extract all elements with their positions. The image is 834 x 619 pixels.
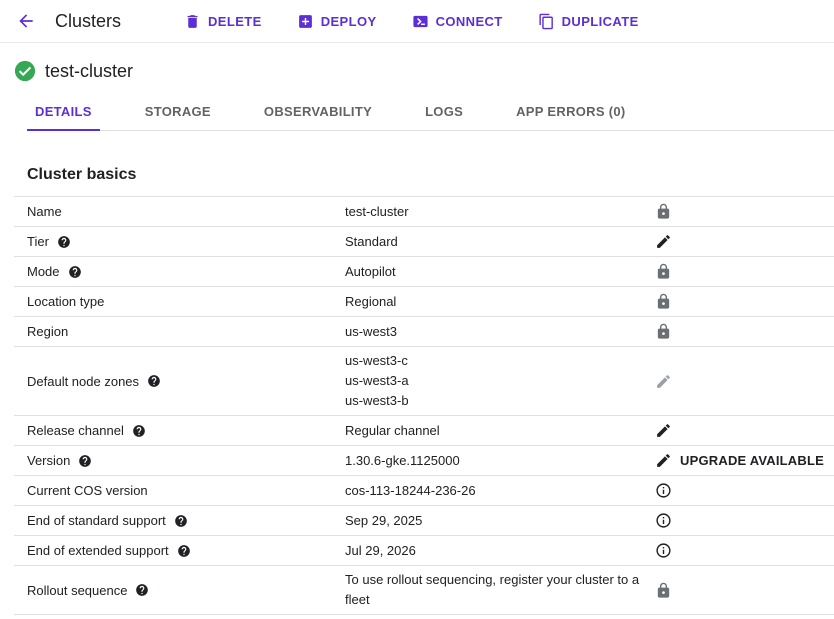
table-row-location-type: Location type Regional <box>14 286 834 316</box>
row-value: us-west3 <box>345 322 655 342</box>
row-label: End of standard support <box>27 513 166 528</box>
terminal-icon <box>412 13 429 30</box>
cluster-heading: test-cluster <box>14 60 834 82</box>
page-header: Clusters DELETE DEPLOY CONNECT DUPLICATE <box>0 0 834 43</box>
table-row-version: Version 1.30.6-gke.1125000 UPGRADE AVAIL… <box>14 445 834 475</box>
tab-details[interactable]: DETAILS <box>27 95 100 131</box>
row-value: Regular channel <box>345 421 655 441</box>
help-icon[interactable] <box>135 583 149 597</box>
tab-app-errors[interactable]: APP ERRORS (0) <box>508 95 633 131</box>
row-value: Standard <box>345 232 655 252</box>
info-icon[interactable] <box>655 512 672 529</box>
row-label: Name <box>27 204 62 219</box>
help-icon[interactable] <box>132 424 146 438</box>
help-icon[interactable] <box>68 265 82 279</box>
lock-icon <box>655 203 672 220</box>
lock-icon <box>655 263 672 280</box>
deploy-button[interactable]: DEPLOY <box>297 13 377 30</box>
table-row-current-cos-version: Current COS version cos-113-18244-236-26 <box>14 475 834 505</box>
help-icon[interactable] <box>57 235 71 249</box>
cluster-basics-table: Name test-cluster Tier Standard Mode Aut… <box>14 196 834 615</box>
cluster-name: test-cluster <box>45 61 133 82</box>
section-title-cluster-basics: Cluster basics <box>27 166 834 184</box>
row-label: Current COS version <box>27 483 148 498</box>
deploy-plus-icon <box>297 13 314 30</box>
row-label: Mode <box>27 264 60 279</box>
table-row-mode: Mode Autopilot <box>14 256 834 286</box>
copy-icon <box>538 13 555 30</box>
connect-button[interactable]: CONNECT <box>412 13 503 30</box>
duplicate-button[interactable]: DUPLICATE <box>538 13 639 30</box>
row-label: End of extended support <box>27 543 169 558</box>
row-label: Location type <box>27 294 104 309</box>
table-row-rollout-sequence: Rollout sequence To use rollout sequenci… <box>14 565 834 615</box>
page-title: Clusters <box>55 11 121 32</box>
row-label: Version <box>27 453 70 468</box>
table-row-end-standard-support: End of standard support Sep 29, 2025 <box>14 505 834 535</box>
row-value: Autopilot <box>345 262 655 282</box>
tab-bar: DETAILS STORAGE OBSERVABILITY LOGS APP E… <box>27 95 834 131</box>
lock-icon <box>655 582 672 599</box>
row-value: Jul 29, 2026 <box>345 541 655 561</box>
table-row-release-channel: Release channel Regular channel <box>14 415 834 445</box>
info-icon[interactable] <box>655 482 672 499</box>
row-label: Region <box>27 324 68 339</box>
table-row-name: Name test-cluster <box>14 196 834 226</box>
row-value: cos-113-18244-236-26 <box>345 481 655 501</box>
trash-icon <box>184 13 201 30</box>
upgrade-available-label[interactable]: UPGRADE AVAILABLE <box>680 453 824 468</box>
tab-storage[interactable]: STORAGE <box>137 95 219 131</box>
edit-pencil-icon[interactable] <box>655 452 672 469</box>
row-label: Rollout sequence <box>27 583 127 598</box>
tab-observability[interactable]: OBSERVABILITY <box>256 95 380 131</box>
row-value: test-cluster <box>345 202 655 222</box>
row-value: Sep 29, 2025 <box>345 511 655 531</box>
help-icon[interactable] <box>147 374 161 388</box>
delete-button[interactable]: DELETE <box>184 13 262 30</box>
row-value: 1.30.6-gke.1125000 <box>345 451 655 471</box>
edit-pencil-icon[interactable] <box>655 422 672 439</box>
lock-icon <box>655 293 672 310</box>
back-arrow-icon <box>16 11 36 31</box>
edit-pencil-icon[interactable] <box>655 233 672 250</box>
table-row-tier: Tier Standard <box>14 226 834 256</box>
help-icon[interactable] <box>174 514 188 528</box>
help-icon[interactable] <box>78 454 92 468</box>
lock-icon <box>655 323 672 340</box>
row-value: Regional <box>345 292 655 312</box>
toolbar: DELETE DEPLOY CONNECT DUPLICATE <box>184 13 639 30</box>
tab-logs[interactable]: LOGS <box>417 95 471 131</box>
row-value: To use rollout sequencing, register your… <box>345 570 655 610</box>
row-label: Default node zones <box>27 374 139 389</box>
table-row-end-extended-support: End of extended support Jul 29, 2026 <box>14 535 834 565</box>
row-label: Release channel <box>27 423 124 438</box>
help-icon[interactable] <box>177 544 191 558</box>
edit-pencil-disabled-icon <box>655 373 672 390</box>
back-button[interactable] <box>14 9 38 33</box>
status-ok-icon <box>14 60 36 82</box>
table-row-default-node-zones: Default node zones us-west3-c us-west3-a… <box>14 346 834 415</box>
row-label: Tier <box>27 234 49 249</box>
info-icon[interactable] <box>655 542 672 559</box>
row-value: us-west3-c us-west3-a us-west3-b <box>345 351 655 411</box>
table-row-region: Region us-west3 <box>14 316 834 346</box>
